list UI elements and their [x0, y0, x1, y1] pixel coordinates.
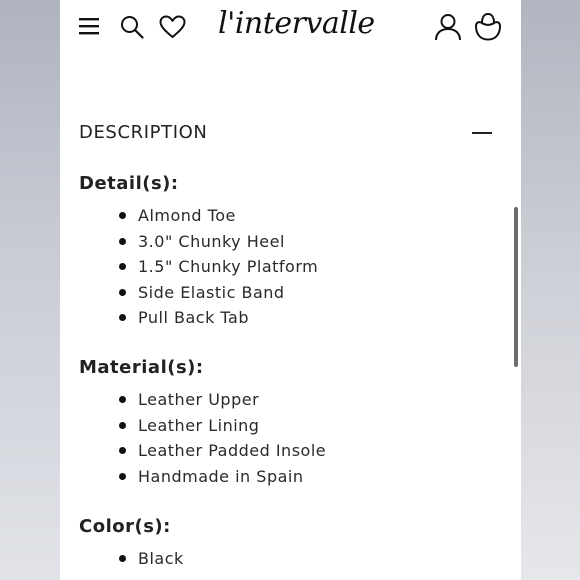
colors-heading: Color(s):: [79, 516, 171, 537]
heart-icon[interactable]: [159, 15, 186, 39]
materials-list: Leather Upper Leather Lining Leather Pad…: [60, 387, 326, 489]
list-item: 1.5" Chunky Platform: [60, 254, 318, 280]
background-right: [521, 0, 580, 580]
bullet-icon: [119, 447, 126, 454]
site-header: l'intervalle: [60, 0, 521, 58]
bullet-icon: [119, 212, 126, 219]
colors-list: Black: [60, 546, 184, 572]
bullet-icon: [119, 421, 126, 429]
list-item: Leather Upper: [60, 387, 326, 413]
list-item: Almond Toe: [60, 203, 318, 229]
background-left: [0, 0, 60, 580]
bullet-icon: [119, 396, 126, 403]
list-item: Black: [60, 546, 184, 572]
bullet-icon: [119, 314, 126, 321]
list-item: Leather Padded Insole: [60, 438, 326, 464]
description-title[interactable]: DESCRIPTION: [79, 122, 207, 143]
collapse-minus-icon[interactable]: [472, 122, 492, 142]
list-item: 3.0" Chunky Heel: [60, 229, 318, 255]
search-icon[interactable]: [120, 15, 144, 39]
list-item: Leather Lining: [60, 413, 326, 439]
scrollbar[interactable]: [514, 207, 518, 367]
bullet-icon: [119, 472, 126, 480]
phone-screen: l'intervalle DESCRIPTION Detail(s): Almo…: [60, 0, 521, 580]
list-item: Handmade in Spain: [60, 464, 326, 490]
bullet-icon: [119, 237, 126, 245]
bullet-icon: [119, 263, 126, 270]
list-item: Pull Back Tab: [60, 305, 318, 331]
bag-icon[interactable]: [474, 12, 502, 41]
materials-heading: Material(s):: [79, 357, 204, 378]
list-item: Side Elastic Band: [60, 280, 318, 306]
brand-logo[interactable]: l'intervalle: [218, 6, 375, 41]
menu-icon[interactable]: [79, 17, 99, 35]
details-list: Almond Toe 3.0" Chunky Heel 1.5" Chunky …: [60, 203, 318, 331]
bullet-icon: [119, 288, 126, 296]
bullet-icon: [119, 555, 126, 562]
details-heading: Detail(s):: [79, 173, 179, 194]
user-icon[interactable]: [434, 13, 462, 41]
